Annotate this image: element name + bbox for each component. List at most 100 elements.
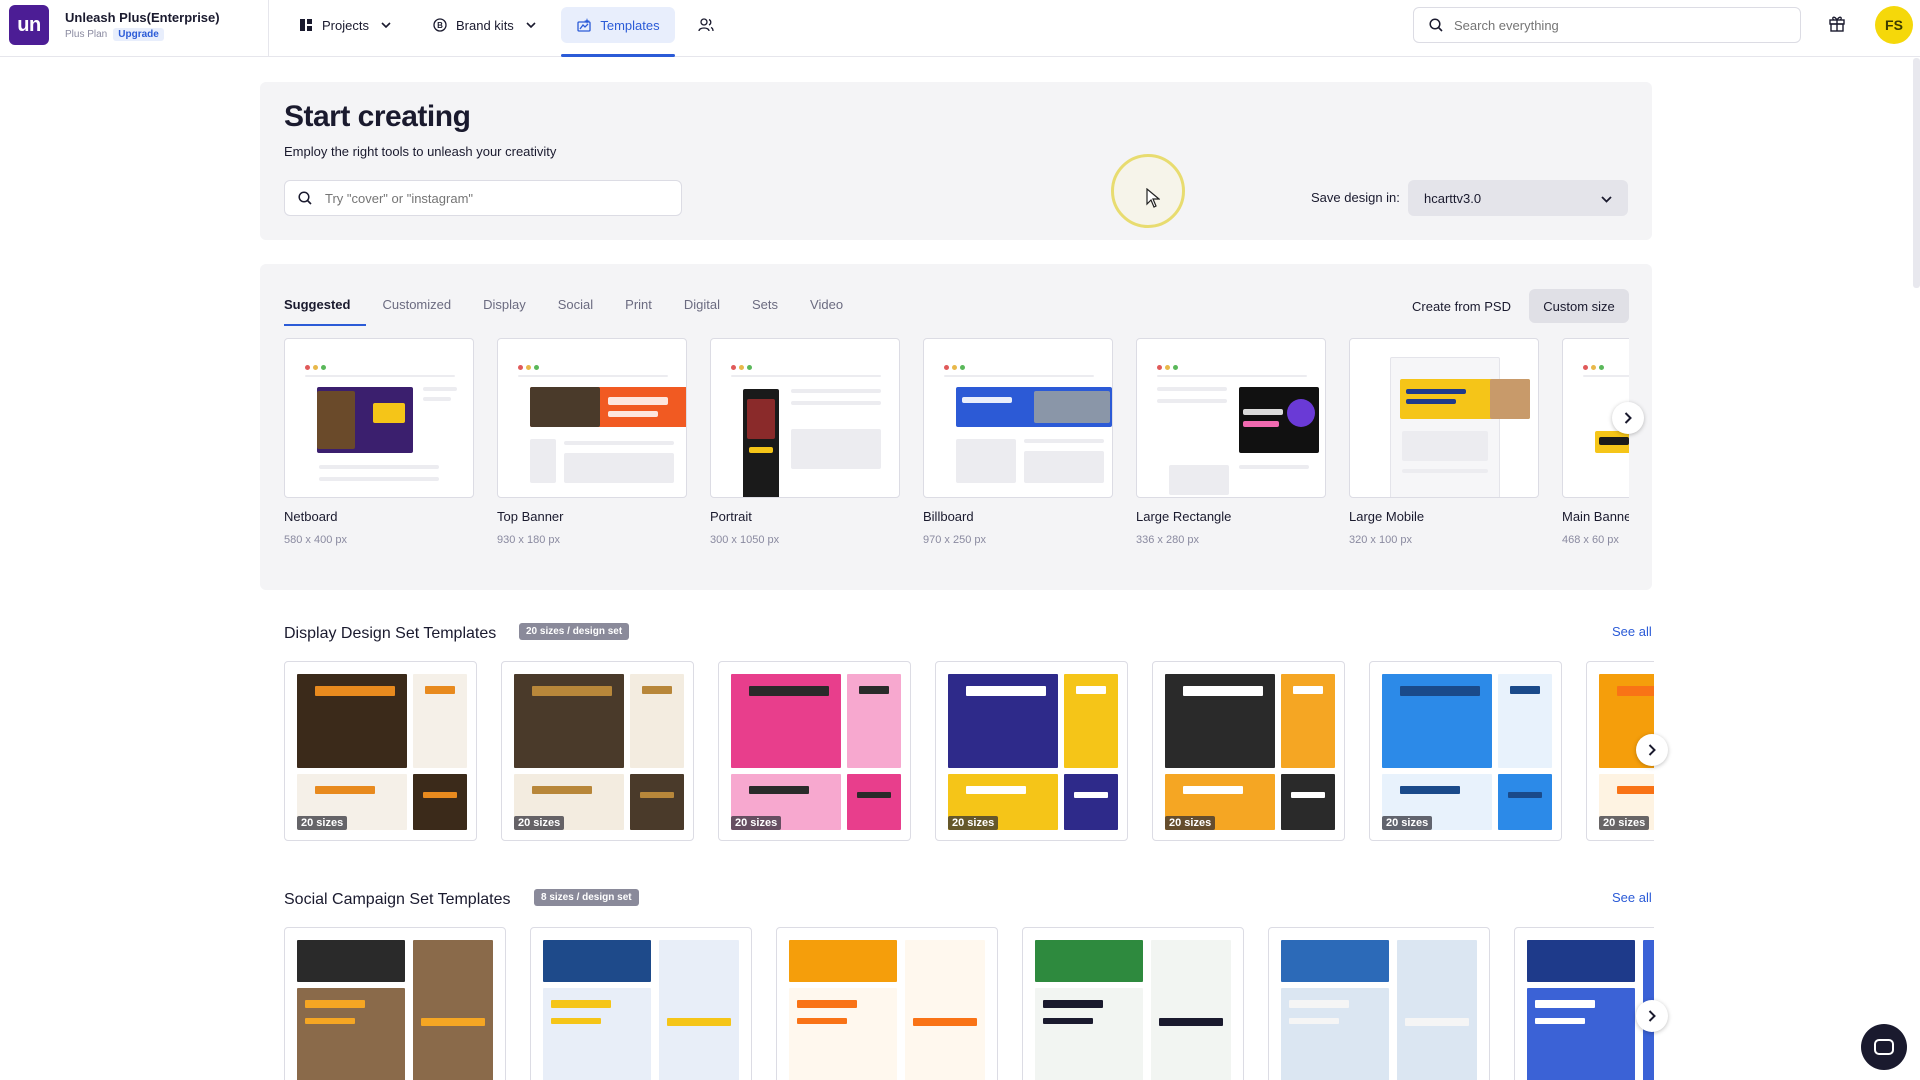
social-set-card[interactable] (1514, 927, 1654, 1080)
display-set-card[interactable]: 20 sizes (284, 661, 477, 841)
template-preview-tile (640, 792, 674, 798)
size-count-badge: 20 sizes (1599, 816, 1650, 830)
template-preview-tile (1405, 1018, 1469, 1026)
chat-support-button[interactable] (1861, 1024, 1907, 1070)
display-set-card[interactable]: 20 sizes (501, 661, 694, 841)
divider (268, 0, 269, 57)
template-preview-tile (847, 774, 901, 830)
template-preview-tile (315, 686, 395, 696)
social-set-card[interactable] (1022, 927, 1244, 1080)
page-title: Start creating (284, 100, 471, 133)
chevron-right-icon (1648, 1010, 1656, 1022)
template-preview-tile (1281, 774, 1335, 830)
template-preview-tile (1064, 774, 1118, 830)
size-card-billboard[interactable]: Billboard 970 x 250 px (923, 338, 1113, 546)
category-tabs: Suggested Customized Display Social Prin… (284, 296, 859, 326)
user-avatar[interactable]: FS (1875, 6, 1913, 44)
template-preview-tile (532, 786, 592, 794)
display-sets-title: Display Design Set Templates (284, 625, 497, 642)
size-count-badge: 20 sizes (731, 816, 782, 830)
templates-label: Templates (600, 17, 660, 33)
template-preview-tile (913, 1018, 977, 1026)
display-set-card[interactable]: 20 sizes (1152, 661, 1345, 841)
brand-kits-menu[interactable]: B Brand kits (418, 7, 550, 43)
tab-digital[interactable]: Digital (668, 296, 736, 326)
tab-customized[interactable]: Customized (366, 296, 467, 326)
size-card-netboard[interactable]: Netboard 580 x 400 px (284, 338, 474, 546)
custom-size-button[interactable]: Custom size (1529, 289, 1629, 323)
workspace-name[interactable]: Unleash Plus(Enterprise) (65, 10, 220, 25)
template-preview-tile (1159, 1018, 1223, 1026)
page-scrollbar[interactable] (1913, 58, 1920, 288)
size-count-badge: 20 sizes (297, 816, 348, 830)
tab-social[interactable]: Social (542, 296, 609, 326)
next-sizes-button[interactable] (1612, 402, 1644, 434)
social-sets-title: Social Campaign Set Templates (284, 891, 511, 908)
templates-tab[interactable]: Templates (561, 7, 675, 43)
template-preview-tile (905, 940, 985, 1080)
size-card-top-banner[interactable]: Top Banner 930 x 180 px (497, 338, 687, 546)
chevron-right-icon (1624, 412, 1632, 424)
gift-icon[interactable] (1826, 14, 1848, 36)
active-tab-indicator (561, 54, 675, 57)
size-card-large-rectangle[interactable]: Large Rectangle 336 x 280 px (1136, 338, 1326, 546)
size-count-badge: 20 sizes (514, 816, 565, 830)
size-name: Large Mobile (1349, 509, 1425, 524)
size-name: Main Banner (1562, 509, 1629, 524)
projects-menu[interactable]: Projects (284, 7, 405, 43)
template-preview-tile (1076, 686, 1106, 694)
social-set-card[interactable] (284, 927, 506, 1080)
template-preview-tile (413, 774, 467, 830)
template-preview-tile (1289, 1018, 1339, 1024)
save-design-select[interactable]: hcarttv3.0 (1408, 180, 1628, 216)
tab-display[interactable]: Display (467, 296, 542, 326)
search-icon (1428, 17, 1444, 33)
size-count-badge: 20 sizes (948, 816, 999, 830)
template-preview-tile (1535, 1000, 1595, 1008)
template-search-input[interactable] (325, 190, 665, 206)
size-card-large-mobile[interactable]: Large Mobile 320 x 100 px (1349, 338, 1539, 546)
next-social-sets-button[interactable] (1636, 1000, 1668, 1032)
social-set-card[interactable] (530, 927, 752, 1080)
global-search[interactable] (1413, 7, 1801, 43)
save-design-value: hcarttv3.0 (1424, 190, 1482, 206)
template-preview-tile (543, 940, 651, 982)
size-count-badge: 20 sizes (1165, 816, 1216, 830)
tab-video[interactable]: Video (794, 296, 859, 326)
template-preview-tile (1535, 1018, 1585, 1024)
chevron-down-icon (526, 20, 536, 31)
size-card-portrait[interactable]: Portrait 300 x 1050 px (710, 338, 900, 546)
size-card-main-banner[interactable]: Main Banner 468 x 60 px (1562, 338, 1629, 546)
size-thumbnail (1136, 338, 1326, 498)
template-search[interactable] (284, 180, 682, 216)
tab-suggested[interactable]: Suggested (284, 296, 367, 326)
template-preview-tile (1291, 792, 1325, 798)
global-search-input[interactable] (1454, 17, 1774, 33)
template-preview-tile (1035, 940, 1143, 982)
projects-label: Projects (322, 17, 369, 33)
template-preview-tile (749, 786, 809, 794)
create-from-psd-button[interactable]: Create from PSD (1400, 289, 1523, 323)
grid-icon (298, 17, 314, 33)
next-display-sets-button[interactable] (1636, 734, 1668, 766)
social-set-card[interactable] (1268, 927, 1490, 1080)
display-sets-see-all[interactable]: See all (1612, 624, 1652, 639)
upgrade-button[interactable]: Upgrade (113, 27, 164, 41)
display-set-card[interactable]: 20 sizes (935, 661, 1128, 841)
template-preview-tile (1289, 1000, 1349, 1008)
tab-print[interactable]: Print (609, 296, 668, 326)
users-icon (698, 17, 714, 33)
top-bar: un Unleash Plus(Enterprise) Plus Plan Up… (0, 0, 1920, 57)
template-preview-tile (966, 786, 1026, 794)
display-set-card[interactable]: 20 sizes (1369, 661, 1562, 841)
social-set-card[interactable] (776, 927, 998, 1080)
template-preview-tile (297, 940, 405, 982)
social-sets-see-all[interactable]: See all (1612, 890, 1652, 905)
template-preview-tile (1400, 686, 1480, 696)
team-button[interactable] (684, 7, 728, 43)
app-logo[interactable]: un (9, 5, 49, 45)
template-preview-tile (305, 1000, 365, 1008)
display-set-card[interactable]: 20 sizes (718, 661, 911, 841)
tab-sets[interactable]: Sets (736, 296, 794, 326)
size-name: Large Rectangle (1136, 509, 1232, 524)
